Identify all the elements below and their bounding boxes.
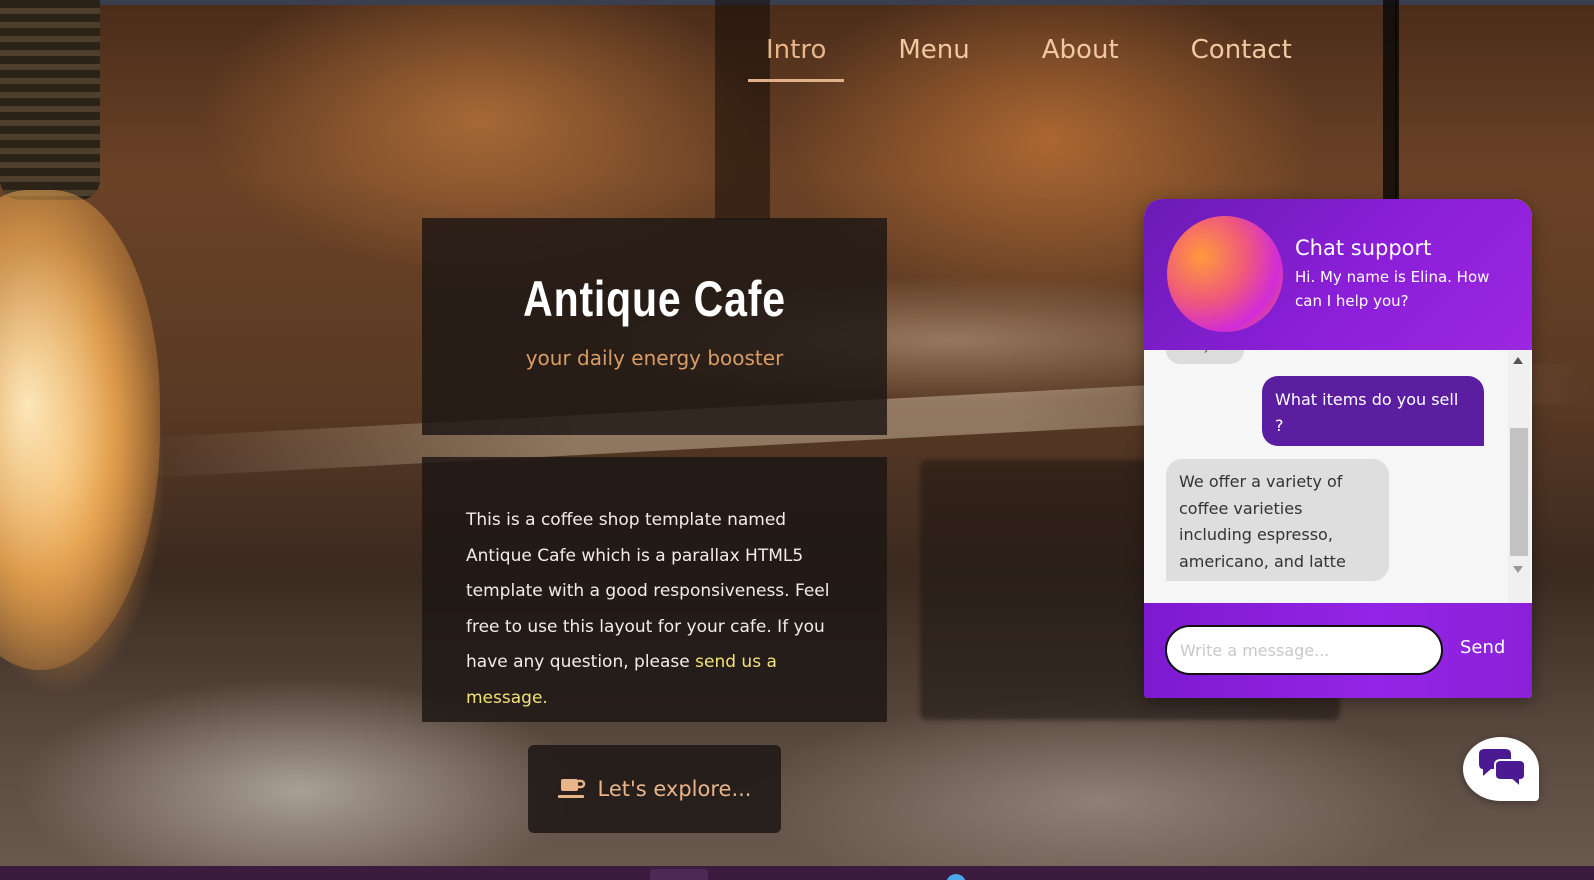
chat-bubbles-icon (1479, 749, 1526, 790)
nav-item-menu[interactable]: Menu (880, 30, 987, 82)
page-background: Intro Menu About Contact Antique Cafe yo… (0, 0, 1594, 880)
chat-footer: Send (1144, 603, 1532, 698)
nav-item-intro[interactable]: Intro (748, 30, 845, 82)
coffee-cup-icon (557, 779, 585, 798)
chat-title: Chat support (1295, 236, 1432, 260)
nav-item-contact[interactable]: Contact (1173, 30, 1310, 82)
chat-widget: Chat support Hi. My name is Elina. How c… (1144, 199, 1532, 698)
scroll-up-arrow-icon[interactable] (1513, 357, 1523, 364)
top-strip (0, 0, 1594, 5)
bottom-tab[interactable] (650, 869, 708, 880)
chat-messages[interactable]: ay What items do you sell ? We offer a v… (1144, 350, 1532, 603)
bottom-strip (0, 866, 1594, 880)
main-nav: Intro Menu About Contact (748, 30, 1310, 82)
explore-label: Let's explore... (597, 777, 752, 801)
chat-scrollbar[interactable] (1508, 350, 1530, 603)
site-title: Antique Cafe (523, 271, 786, 327)
send-button[interactable]: Send (1460, 637, 1505, 658)
description-text: This is a coffee shop template named Ant… (466, 503, 845, 716)
site-subtitle: your daily energy booster (525, 346, 784, 370)
lamp-socket (0, 0, 100, 200)
previous-message-bubble: ay (1166, 350, 1244, 364)
chat-launcher-button[interactable] (1463, 737, 1539, 801)
description-panel: This is a coffee shop template named Ant… (422, 457, 887, 722)
nav-item-about[interactable]: About (1024, 30, 1137, 82)
agent-message-bubble: We offer a variety of coffee varieties i… (1166, 459, 1389, 581)
user-message-bubble: What items do you sell ? (1262, 376, 1484, 446)
background-wire (1395, 0, 1399, 200)
scroll-down-arrow-icon[interactable] (1513, 566, 1523, 573)
title-panel: Antique Cafe your daily energy booster (422, 218, 887, 435)
explore-button[interactable]: Let's explore... (528, 745, 781, 833)
scroll-thumb[interactable] (1510, 428, 1528, 556)
description-body: This is a coffee shop template named Ant… (466, 510, 830, 672)
previous-message-text: ay (1196, 350, 1210, 353)
agent-avatar (1167, 216, 1283, 332)
chat-header: Chat support Hi. My name is Elina. How c… (1144, 199, 1532, 350)
chat-message-input[interactable] (1165, 625, 1443, 675)
chat-greeting: Hi. My name is Elina. How can I help you… (1295, 268, 1490, 310)
lamp-bulb (0, 190, 160, 670)
